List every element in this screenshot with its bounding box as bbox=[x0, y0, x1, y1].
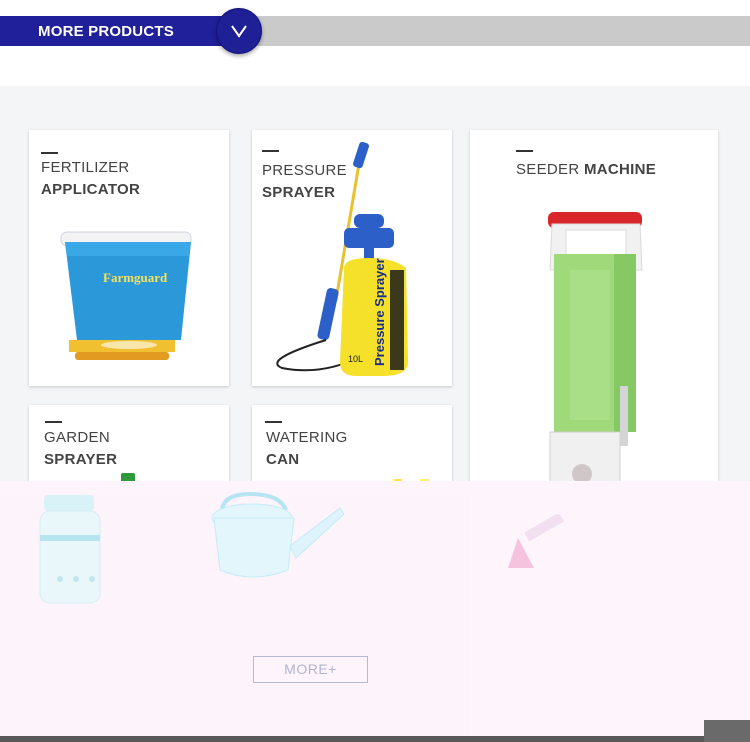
title-dash bbox=[265, 421, 282, 423]
capacity-label: 10L bbox=[348, 354, 363, 364]
footer-bar bbox=[0, 736, 750, 742]
more-products-tab[interactable]: MORE PRODUCTS bbox=[0, 16, 232, 46]
footer-corner-block bbox=[704, 720, 750, 742]
faded-watering-can-image bbox=[211, 491, 345, 578]
more-button[interactable]: MORE+ bbox=[253, 656, 368, 683]
product-title-line1: WATERING bbox=[266, 429, 348, 446]
product-title-line1: GARDEN bbox=[44, 429, 110, 446]
brand-label: Farmguard bbox=[103, 270, 168, 285]
product-title-line2: SPRAYER bbox=[44, 451, 118, 468]
title-dash bbox=[45, 421, 62, 423]
product-title-line1: FERTILIZER bbox=[41, 159, 130, 176]
faded-seeder-part-image bbox=[508, 514, 564, 568]
fertilizer-applicator-image: Farmguard bbox=[60, 231, 192, 360]
seeder-machine-image bbox=[548, 212, 643, 482]
product-title-line1: SEEDER MACHINE bbox=[516, 161, 656, 178]
faded-garden-sprayer-image bbox=[39, 495, 101, 604]
machine-word: MACHINE bbox=[583, 161, 657, 178]
seeder-word: SEEDER bbox=[516, 161, 580, 178]
more-products-title: MORE PRODUCTS bbox=[38, 23, 174, 40]
chevron-down-icon bbox=[231, 25, 247, 38]
title-dash bbox=[516, 150, 533, 152]
product-title-line2: CAN bbox=[266, 451, 300, 468]
expand-toggle-button[interactable] bbox=[216, 8, 262, 54]
product-card-fertilizer-applicator[interactable]: FERTILIZER APPLICATOR Farmguard bbox=[29, 130, 229, 386]
pressure-sprayer-image: Pressure Sprayer 10L bbox=[276, 141, 408, 376]
sprayer-brand-text: Pressure Sprayer bbox=[372, 258, 387, 366]
product-card-seeder-machine[interactable]: SEEDER MACHINE bbox=[470, 130, 718, 482]
product-title-line2: APPLICATOR bbox=[41, 181, 141, 198]
title-dash bbox=[41, 152, 58, 154]
product-card-pressure-sprayer[interactable]: PRESSURE SPRAYER Pressure Sprayer 10L bbox=[252, 130, 452, 386]
